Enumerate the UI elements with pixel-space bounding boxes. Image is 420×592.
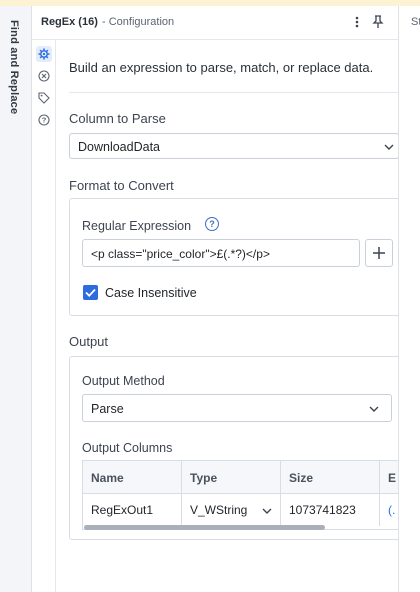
regex-value: <p class="price_color">£(.*?)</p> (91, 247, 270, 261)
find-replace-rail[interactable]: Find and Replace (0, 6, 32, 592)
config-content: Build an expression to parse, match, or … (56, 40, 398, 592)
column-to-parse-dropdown[interactable]: DownloadData (69, 133, 398, 159)
cell-name[interactable]: RegExOut1 (83, 494, 182, 526)
right-pane-tab[interactable]: St (411, 16, 420, 28)
svg-text:?: ? (42, 116, 47, 125)
regex-tool-icon[interactable] (36, 68, 52, 84)
column-header-type[interactable]: Type (182, 461, 281, 494)
cell-size[interactable]: 1073741823 (281, 494, 380, 526)
rail-title[interactable]: Find and Replace (8, 20, 20, 114)
column-header-size[interactable]: Size (281, 461, 380, 494)
gear-icon[interactable] (36, 46, 52, 62)
right-pane: St (398, 6, 420, 592)
config-header: RegEx (16) - Configuration (32, 6, 398, 40)
column-to-parse-label: Column to Parse (69, 111, 166, 126)
more-vertical-icon[interactable] (350, 13, 364, 31)
output-columns-label: Output Columns (82, 441, 173, 455)
output-method-label: Output Method (82, 374, 165, 388)
header-subtitle: - Configuration (102, 16, 175, 28)
case-insensitive-checkbox[interactable] (83, 285, 98, 300)
cell-type-value: V_WString (190, 503, 248, 517)
chevron-down-icon (369, 403, 379, 417)
tool-description: Build an expression to parse, match, or … (69, 60, 374, 75)
help-icon[interactable]: ? (205, 217, 219, 231)
column-header-extra[interactable]: E (380, 461, 398, 494)
output-method-dropdown[interactable]: Parse (82, 394, 392, 422)
add-token-button[interactable] (365, 239, 393, 267)
output-columns-table: Name Type Size E RegExOut1 V_WString 107… (82, 460, 398, 530)
regex-label: Regular Expression (82, 219, 192, 233)
divider (69, 92, 398, 93)
chevron-down-icon (384, 141, 394, 155)
tag-icon[interactable] (36, 90, 52, 106)
format-to-convert-label: Format to Convert (69, 178, 174, 193)
column-to-parse-value: DownloadData (78, 140, 160, 154)
output-card: Output Method Parse Output Columns Name … (69, 356, 398, 540)
help-icon[interactable]: ? (36, 112, 52, 128)
column-header-name[interactable]: Name (83, 461, 182, 494)
chevron-down-icon (262, 505, 272, 519)
config-icon-rail: ? (32, 6, 56, 592)
case-insensitive-label[interactable]: Case Insensitive (105, 286, 197, 300)
pin-icon[interactable] (371, 13, 385, 31)
cell-type-dropdown[interactable]: V_WString (182, 494, 281, 526)
format-card: Regular Expression ? <p class="price_col… (69, 198, 398, 316)
horizontal-scrollbar[interactable] (84, 525, 325, 530)
output-method-value: Parse (91, 402, 124, 416)
cell-extra[interactable]: (. (380, 494, 398, 526)
regex-input[interactable]: <p class="price_color">£(.*?)</p> (82, 239, 360, 267)
tool-title: RegEx (16) (41, 16, 98, 28)
output-label: Output (69, 334, 109, 349)
